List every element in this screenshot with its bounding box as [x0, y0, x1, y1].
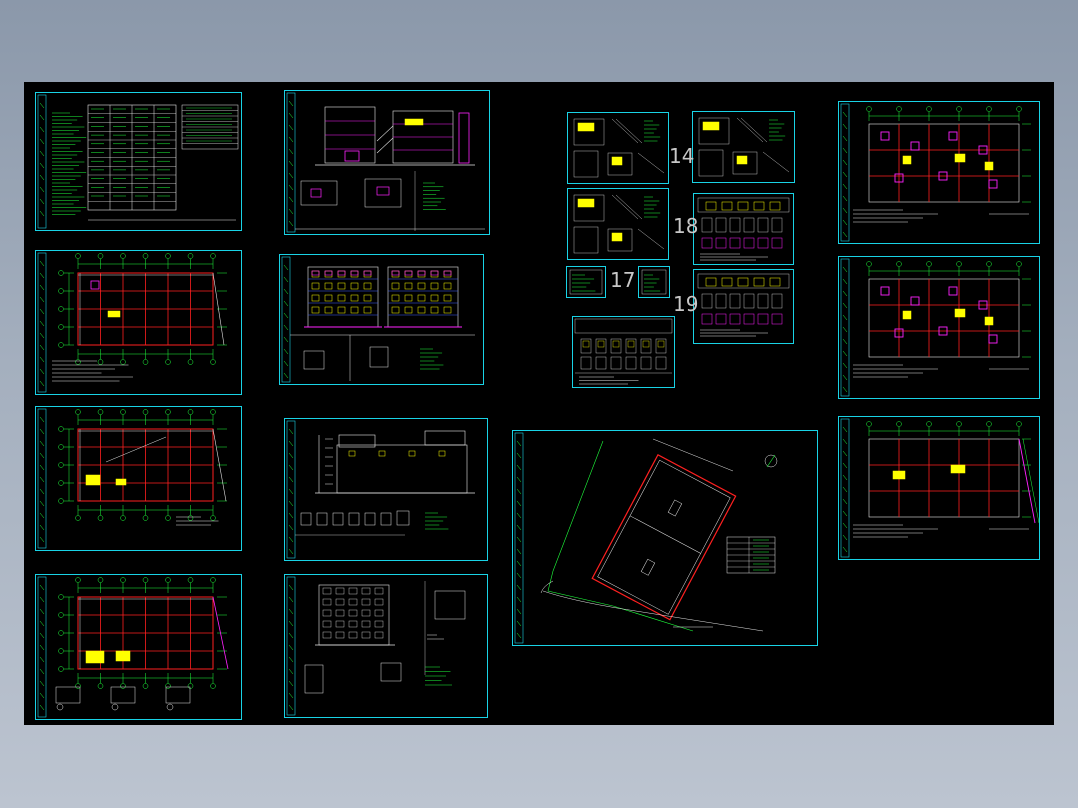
sheet-plan-roof[interactable] [35, 574, 242, 720]
sheet-elevation-rear[interactable] [284, 574, 488, 718]
sheet-floor-plan-c-drawing [840, 418, 1039, 558]
sheet-floor-plan-c[interactable] [838, 416, 1040, 560]
sheet-number-14: 14 [669, 144, 695, 168]
sheet-detail-b[interactable] [567, 188, 669, 260]
sheet-detail-f-drawing [698, 117, 790, 177]
sheet-section-drawing [286, 92, 485, 233]
sheet-elevation-rear-drawing [286, 576, 466, 716]
sheet-site-plan[interactable] [512, 430, 818, 646]
sheet-detail-h-drawing [697, 273, 790, 337]
sheet-site-plan-drawing [514, 432, 778, 644]
sheet-number-18: 18 [673, 214, 699, 238]
sheet-detail-g-drawing [697, 197, 790, 261]
sheet-number-19: 19 [673, 292, 699, 316]
sheet-cover-notes-drawing [37, 94, 239, 229]
sheet-detail-f[interactable] [692, 111, 795, 183]
sheet-elevation-front[interactable] [279, 254, 484, 385]
sheet-elevation-side-drawing [286, 420, 475, 559]
sheet-detail-c[interactable] [566, 266, 606, 298]
sheet-section[interactable] [284, 90, 490, 235]
sheet-detail-b-drawing [573, 194, 665, 254]
sheet-detail-g[interactable] [693, 193, 794, 265]
drawing-canvas[interactable]: 14 18 17 19 [24, 82, 1054, 725]
sheet-detail-e[interactable] [572, 316, 675, 388]
sheet-number-17: 17 [610, 268, 636, 292]
sheet-plan-ground[interactable] [35, 250, 242, 395]
sheet-elevation-side[interactable] [284, 418, 488, 561]
sheet-floor-plan-b-drawing [840, 258, 1031, 397]
sheet-detail-a[interactable] [567, 112, 669, 184]
sheet-detail-d-drawing [641, 269, 667, 295]
sheet-detail-e-drawing [574, 318, 673, 385]
sheet-floor-plan-b[interactable] [838, 256, 1040, 399]
sheet-detail-d[interactable] [638, 266, 670, 298]
sheet-plan-second-drawing [37, 408, 227, 549]
sheet-cover-notes[interactable] [35, 92, 242, 231]
sheet-detail-c-drawing [569, 269, 603, 295]
sheet-plan-roof-drawing [37, 576, 229, 718]
sheet-plan-ground-drawing [37, 252, 227, 393]
sheet-elevation-front-drawing [281, 256, 475, 383]
sheet-floor-plan-a[interactable] [838, 101, 1040, 244]
sheet-detail-h[interactable] [693, 269, 794, 344]
sheet-floor-plan-a-drawing [840, 103, 1031, 242]
sheet-detail-a-drawing [573, 118, 665, 178]
sheet-plan-second[interactable] [35, 406, 242, 551]
